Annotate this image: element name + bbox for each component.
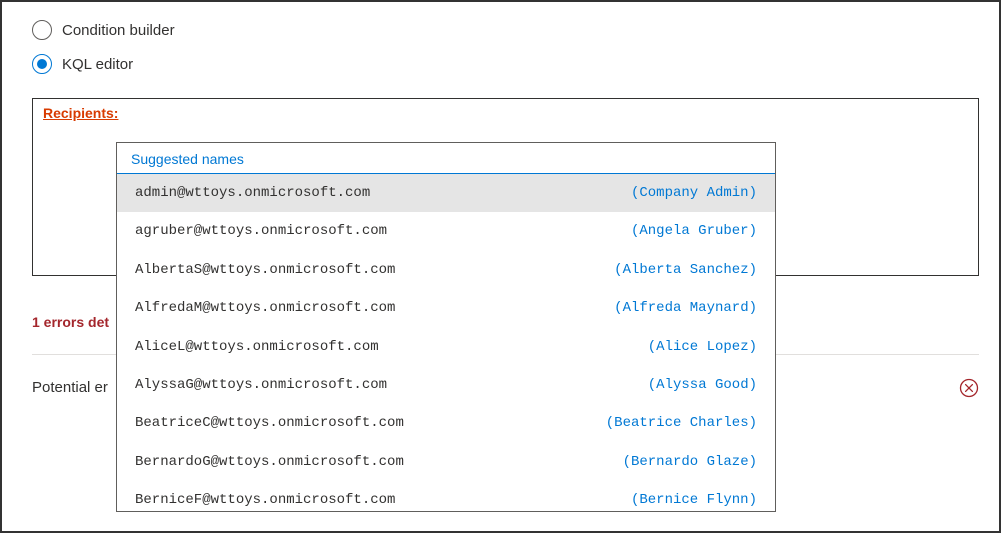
suggestions-list: admin@wttoys.onmicrosoft.com (Company Adm… (117, 174, 775, 512)
suggestions-header: Suggested names (117, 143, 775, 174)
suggestion-email: AlyssaG@wttoys.onmicrosoft.com (135, 374, 387, 396)
suggestion-email: BernardoG@wttoys.onmicrosoft.com (135, 451, 404, 473)
radio-kql-editor[interactable]: KQL editor (32, 54, 979, 74)
suggestion-item[interactable]: admin@wttoys.onmicrosoft.com (Company Adm… (117, 174, 775, 212)
query-mode-radios: Condition builder KQL editor (32, 20, 979, 74)
suggestion-display-name: (Bernice Flynn) (631, 489, 757, 511)
suggestion-display-name: (Alice Lopez) (648, 336, 757, 358)
potential-errors-text: Potential er (32, 379, 108, 396)
suggestion-display-name: (Alyssa Good) (648, 374, 757, 396)
radio-icon (32, 20, 52, 40)
suggestion-item[interactable]: BeatriceC@wttoys.onmicrosoft.com (Beatric… (117, 404, 775, 442)
dialog-frame: Condition builder KQL editor Recipients:… (0, 0, 1001, 533)
suggestion-display-name: (Beatrice Charles) (606, 412, 757, 434)
radio-label: KQL editor (62, 56, 133, 73)
suggestion-item[interactable]: AliceL@wttoys.onmicrosoft.com (Alice Lope… (117, 328, 775, 366)
suggestion-email: AlbertaS@wttoys.onmicrosoft.com (135, 259, 395, 281)
suggestion-display-name: (Company Admin) (631, 182, 757, 204)
suggestion-item[interactable]: AlbertaS@wttoys.onmicrosoft.com (Alberta … (117, 251, 775, 289)
suggestion-item[interactable]: BernardoG@wttoys.onmicrosoft.com (Bernard… (117, 443, 775, 481)
suggestion-email: AliceL@wttoys.onmicrosoft.com (135, 336, 379, 358)
suggestion-email: BerniceF@wttoys.onmicrosoft.com (135, 489, 395, 511)
suggestion-item[interactable]: BerniceF@wttoys.onmicrosoft.com (Bernice … (117, 481, 775, 512)
suggestion-email: agruber@wttoys.onmicrosoft.com (135, 220, 387, 242)
suggestion-item[interactable]: AlfredaM@wttoys.onmicrosoft.com (Alfreda … (117, 289, 775, 327)
radio-label: Condition builder (62, 22, 175, 39)
suggestion-item[interactable]: AlyssaG@wttoys.onmicrosoft.com (Alyssa Go… (117, 366, 775, 404)
suggestion-item[interactable]: agruber@wttoys.onmicrosoft.com (Angela Gr… (117, 212, 775, 250)
radio-condition-builder[interactable]: Condition builder (32, 20, 979, 40)
suggestion-display-name: (Angela Gruber) (631, 220, 757, 242)
radio-icon (32, 54, 52, 74)
close-icon[interactable] (959, 378, 979, 398)
suggestion-display-name: (Alberta Sanchez) (614, 259, 757, 281)
suggestion-display-name: (Alfreda Maynard) (614, 297, 757, 319)
kql-field-recipients: Recipients: (43, 105, 118, 121)
suggestion-email: BeatriceC@wttoys.onmicrosoft.com (135, 412, 404, 434)
suggestions-popup: Suggested names admin@wttoys.onmicrosoft… (116, 142, 776, 512)
suggestion-email: AlfredaM@wttoys.onmicrosoft.com (135, 297, 395, 319)
suggestion-email: admin@wttoys.onmicrosoft.com (135, 182, 370, 204)
suggestion-display-name: (Bernardo Glaze) (623, 451, 757, 473)
